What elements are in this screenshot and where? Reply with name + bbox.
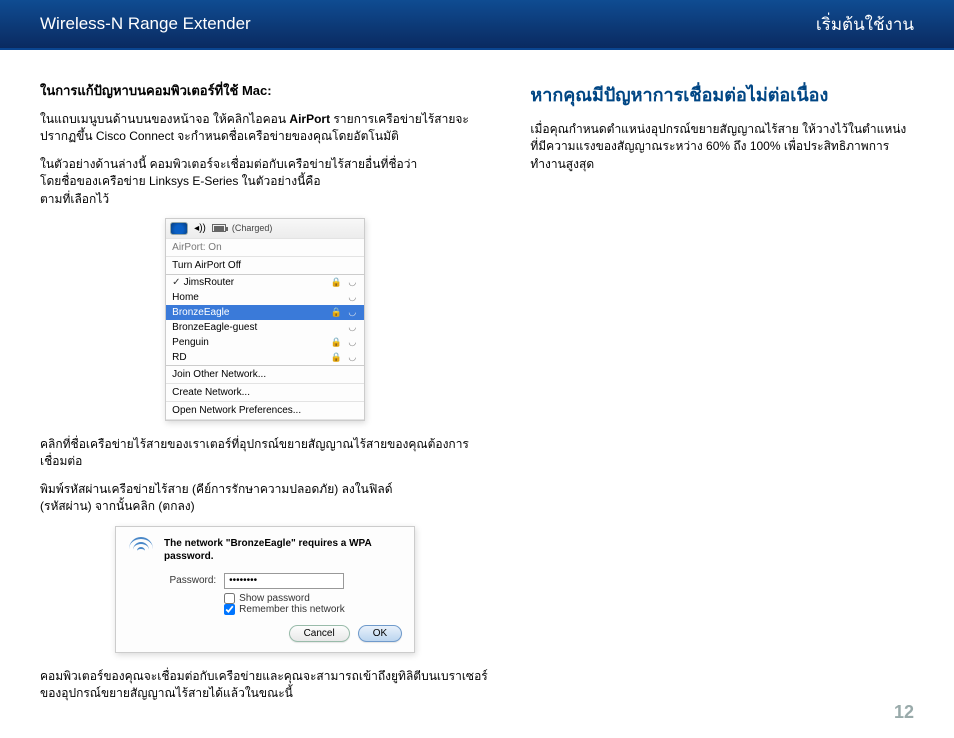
turn-airport-off[interactable]: Turn AirPort Off: [166, 257, 364, 275]
battery-icon: [212, 224, 226, 232]
network-status-icons: 🔒 ◡: [331, 307, 359, 318]
troubleshoot-heading: หากคุณมีปัญหาการเชื่อมต่อไม่ต่อเนื่อง: [530, 80, 914, 109]
right-column: หากคุณมีปัญหาการเชื่อมต่อไม่ต่อเนื่อง เม…: [530, 80, 914, 712]
network-row-bronzeeagle[interactable]: BronzeEagle 🔒 ◡: [166, 305, 364, 320]
show-password-label: Show password: [239, 593, 310, 604]
instruction-4: พิมพ์รหัสผ่านเครือข่ายไร้สาย (คีย์การรัก…: [40, 481, 490, 516]
password-label: Password:: [166, 575, 216, 586]
network-status-icons: ◡: [348, 292, 358, 303]
header-title-left: Wireless-N Range Extender: [40, 14, 251, 34]
section-heading-mac: ในการแก้ปัญหาบนคอมพิวเตอร์ที่ใช้ Mac:: [40, 80, 490, 101]
left-column: ในการแก้ปัญหาบนคอมพิวเตอร์ที่ใช้ Mac: ใน…: [40, 80, 490, 712]
password-input[interactable]: [224, 573, 344, 589]
network-status-icons: 🔒 ◡: [331, 337, 359, 348]
instruction-2: ในตัวอย่างด้านล่างนี้ คอมพิวเตอร์จะเชื่อ…: [40, 156, 490, 208]
battery-status-text: (Charged): [232, 223, 273, 233]
network-status-icons: 🔒 ◡: [331, 352, 359, 363]
remember-network-checkbox[interactable]: [224, 604, 235, 615]
network-row-home[interactable]: Home ◡: [166, 290, 364, 305]
dialog-message: The network "BronzeEagle" requires a WPA…: [164, 537, 402, 563]
network-name: ✓JimsRouter: [172, 277, 234, 288]
network-row-rd[interactable]: RD 🔒 ◡: [166, 350, 364, 365]
network-name: Home: [172, 292, 199, 303]
instruction-5: คอมพิวเตอร์ของคุณจะเชื่อมต่อกับเครือข่าย…: [40, 668, 490, 703]
ok-button[interactable]: OK: [358, 625, 402, 642]
airport-icon: [170, 222, 188, 235]
sound-icon: ◂)): [194, 223, 206, 234]
create-network[interactable]: Create Network...: [166, 384, 364, 402]
header-title-right: เริ่มต้นใช้งาน: [816, 11, 914, 38]
network-row-bronzeeagle-guest[interactable]: BronzeEagle-guest ◡: [166, 320, 364, 335]
airport-menu-figure: ◂)) (Charged) AirPort: On Turn AirPort O…: [165, 218, 365, 421]
network-row-jimsrouter[interactable]: ✓JimsRouter 🔒 ◡: [166, 275, 364, 290]
wifi-icon: [128, 537, 152, 557]
network-name: BronzeEagle-guest: [172, 322, 257, 333]
join-other-network[interactable]: Join Other Network...: [166, 366, 364, 384]
open-network-preferences[interactable]: Open Network Preferences...: [166, 402, 364, 420]
network-name: Penguin: [172, 337, 209, 348]
troubleshoot-para: เมื่อคุณกำหนดตำแหน่งอุปกรณ์ขยายสัญญาณไร้…: [530, 121, 914, 173]
instruction-1: ในแถบเมนูบนด้านบนของหน้าจอ ให้คลิกไอคอน …: [40, 111, 490, 146]
show-password-checkbox[interactable]: [224, 593, 235, 604]
cancel-button[interactable]: Cancel: [289, 625, 350, 642]
page-header: Wireless-N Range Extender เริ่มต้นใช้งาน: [0, 0, 954, 50]
network-row-penguin[interactable]: Penguin 🔒 ◡: [166, 335, 364, 350]
network-name: RD: [172, 352, 186, 363]
network-status-icons: 🔒 ◡: [331, 277, 359, 288]
network-status-icons: ◡: [348, 322, 358, 333]
network-name: BronzeEagle: [172, 307, 229, 318]
remember-network-label: Remember this network: [239, 604, 345, 615]
page-number: 12: [894, 702, 914, 723]
instruction-3: คลิกที่ชื่อเครือข่ายไร้สายของเราเตอร์ที่…: [40, 436, 490, 471]
airport-status: AirPort: On: [166, 239, 364, 257]
wifi-password-dialog: The network "BronzeEagle" requires a WPA…: [115, 526, 415, 653]
